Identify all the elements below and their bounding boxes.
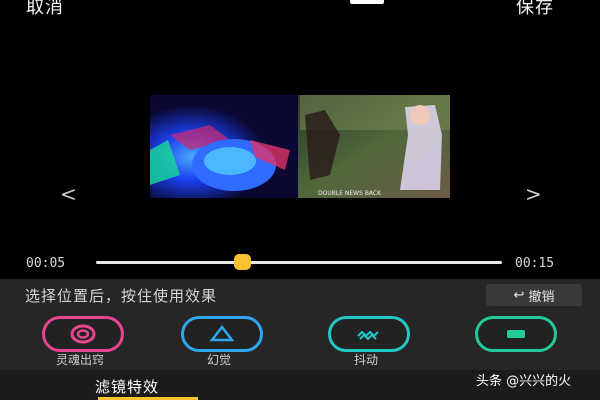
triangle-icon [209, 324, 235, 342]
video-preview[interactable]: DOUBLE NEWS BACK [150, 95, 450, 198]
cancel-button[interactable]: 取消 [26, 0, 64, 19]
timeline-handle[interactable] [233, 254, 251, 270]
timeline-track[interactable] [96, 261, 502, 264]
watermark-account: @兴兴的火 [506, 374, 572, 389]
top-indicator [350, 0, 384, 4]
current-time: 00:05 [26, 256, 66, 271]
bar-icon [507, 330, 525, 338]
watermark: 头条 @兴兴的火 [476, 370, 571, 389]
prev-arrow-icon[interactable]: < [60, 182, 77, 206]
undo-button[interactable]: ↩ 撤销 [486, 284, 582, 306]
effect-hint: 选择位置后，按住使用效果 [25, 287, 218, 305]
undo-label: 撤销 [528, 289, 555, 305]
effect-label: 幻觉 [206, 353, 231, 367]
save-button[interactable]: 保存 [516, 0, 554, 19]
wave-icon [357, 330, 379, 341]
ring-icon [70, 324, 96, 344]
total-time: 00:15 [515, 256, 555, 271]
effect-illusion-button[interactable] [181, 316, 263, 352]
effect-soul-out-button[interactable] [42, 316, 124, 352]
tab-filter-effects[interactable]: 滤镜特效 [95, 376, 159, 397]
effect-label: 抖动 [353, 353, 378, 367]
watermark-platform: 头条 [476, 374, 503, 389]
next-arrow-icon[interactable]: > [525, 182, 542, 206]
effect-fourth-button[interactable] [475, 316, 557, 352]
preview-caption: DOUBLE NEWS BACK [318, 190, 382, 197]
undo-icon: ↩ [513, 287, 525, 303]
video-frame-image: DOUBLE NEWS BACK [150, 95, 450, 198]
effect-shake-button[interactable] [328, 316, 410, 352]
effect-label: 灵魂出窍 [55, 353, 104, 367]
